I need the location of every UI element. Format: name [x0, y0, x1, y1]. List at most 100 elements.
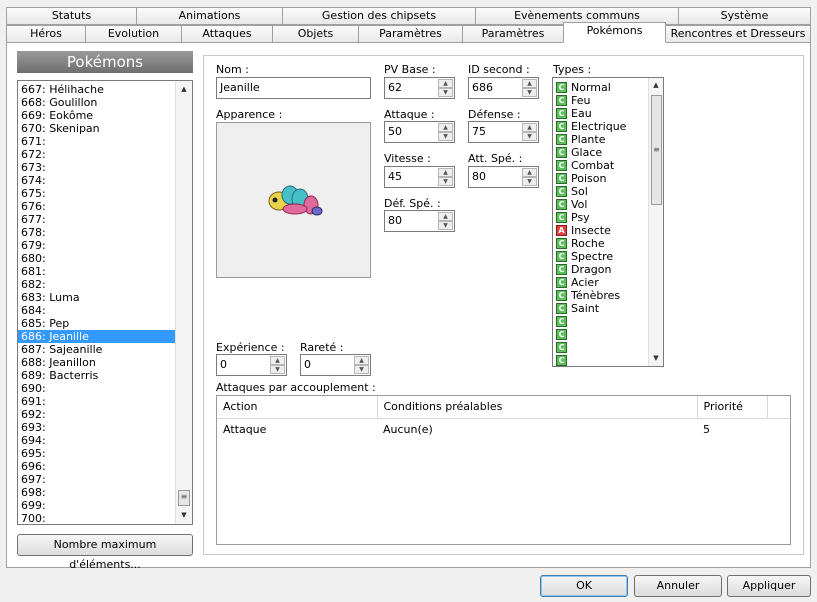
- type-item[interactable]: C Electrique: [553, 120, 663, 133]
- spin-down-icon[interactable]: ▼: [522, 177, 537, 186]
- type-item[interactable]: C Acier: [553, 276, 663, 289]
- type-checkbox-icon[interactable]: C: [556, 121, 567, 132]
- tab-parametres-1[interactable]: Paramètres: [358, 25, 463, 43]
- type-checkbox-icon[interactable]: C: [556, 147, 567, 158]
- type-checkbox-icon[interactable]: C: [556, 277, 567, 288]
- type-item[interactable]: C Vol: [553, 198, 663, 211]
- apply-button[interactable]: Appliquer: [727, 575, 811, 597]
- spin-up-icon[interactable]: ▲: [522, 123, 537, 132]
- type-checkbox-icon[interactable]: C: [556, 212, 567, 223]
- appearance-box[interactable]: [216, 122, 371, 278]
- spin-up-icon[interactable]: ▲: [522, 168, 537, 177]
- spin-up-icon[interactable]: ▲: [438, 168, 453, 177]
- spin-down-icon[interactable]: ▼: [438, 177, 453, 186]
- spin-up-icon[interactable]: ▲: [270, 356, 285, 365]
- types-list-scrollbar[interactable]: ▲ ≡ ▼: [648, 78, 663, 366]
- list-item[interactable]: 697:: [18, 473, 192, 486]
- list-item[interactable]: 695:: [18, 447, 192, 460]
- type-item[interactable]: C Glace: [553, 146, 663, 159]
- list-item[interactable]: 678:: [18, 226, 192, 239]
- type-item[interactable]: C: [553, 341, 663, 354]
- list-item[interactable]: 681:: [18, 265, 192, 278]
- scroll-up-arrow-icon[interactable]: ▲: [176, 81, 192, 98]
- spin-up-icon[interactable]: ▲: [522, 79, 537, 88]
- tab-evolution[interactable]: Evolution: [85, 25, 182, 43]
- type-item[interactable]: C Eau: [553, 107, 663, 120]
- type-item[interactable]: C Poison: [553, 172, 663, 185]
- table-row[interactable]: Attaque Aucun(e) 5: [217, 418, 790, 440]
- attack-stepper[interactable]: 50 ▲ ▼: [384, 121, 455, 143]
- type-item[interactable]: C Combat: [553, 159, 663, 172]
- type-checkbox-icon[interactable]: C: [556, 251, 567, 262]
- type-item[interactable]: C: [553, 315, 663, 328]
- type-checkbox-icon[interactable]: C: [556, 355, 567, 366]
- type-checkbox-icon[interactable]: A: [556, 225, 567, 236]
- list-item[interactable]: 687: Sajeanille: [18, 343, 192, 356]
- type-checkbox-icon[interactable]: C: [556, 290, 567, 301]
- tab-parametres-2[interactable]: Paramètres: [462, 25, 564, 43]
- scroll-thumb[interactable]: ≡: [651, 95, 662, 205]
- list-item[interactable]: 683: Luma: [18, 291, 192, 304]
- spin-down-icon[interactable]: ▼: [438, 221, 453, 230]
- tab-animations[interactable]: Animations: [136, 7, 283, 25]
- type-checkbox-icon[interactable]: C: [556, 108, 567, 119]
- list-item[interactable]: 686: Jeanille: [18, 330, 192, 343]
- spin-down-icon[interactable]: ▼: [522, 88, 537, 97]
- max-elements-button[interactable]: Nombre maximum d'éléments...: [17, 534, 193, 571]
- rarity-stepper[interactable]: 0 ▲ ▼: [300, 354, 371, 376]
- type-checkbox-icon[interactable]: C: [556, 82, 567, 93]
- type-checkbox-icon[interactable]: C: [556, 160, 567, 171]
- type-checkbox-icon[interactable]: C: [556, 173, 567, 184]
- type-checkbox-icon[interactable]: C: [556, 134, 567, 145]
- list-item[interactable]: 671:: [18, 135, 192, 148]
- spin-up-icon[interactable]: ▲: [438, 212, 453, 221]
- spin-up-icon[interactable]: ▲: [438, 79, 453, 88]
- spin-down-icon[interactable]: ▼: [270, 365, 285, 374]
- list-item[interactable]: 691:: [18, 395, 192, 408]
- list-item[interactable]: 685: Pep: [18, 317, 192, 330]
- list-item[interactable]: 693:: [18, 421, 192, 434]
- tab-rencontres-dresseurs[interactable]: Rencontres et Dresseurs: [665, 25, 811, 43]
- type-checkbox-icon[interactable]: C: [556, 342, 567, 353]
- spin-down-icon[interactable]: ▼: [438, 132, 453, 141]
- type-item[interactable]: C Dragon: [553, 263, 663, 276]
- tab-statuts[interactable]: Statuts: [6, 7, 137, 25]
- sp-defense-stepper[interactable]: 80 ▲ ▼: [384, 210, 455, 232]
- list-item[interactable]: 676:: [18, 200, 192, 213]
- pv-base-stepper[interactable]: 62 ▲ ▼: [384, 77, 455, 99]
- spin-down-icon[interactable]: ▼: [522, 132, 537, 141]
- type-checkbox-icon[interactable]: C: [556, 316, 567, 327]
- column-header-conditions[interactable]: Conditions préalables: [377, 396, 698, 419]
- list-item[interactable]: 670: Skenipan: [18, 122, 192, 135]
- spin-down-icon[interactable]: ▼: [438, 88, 453, 97]
- type-checkbox-icon[interactable]: C: [556, 329, 567, 340]
- type-item[interactable]: C Spectre: [553, 250, 663, 263]
- tab-systeme[interactable]: Système: [678, 7, 811, 25]
- column-header-action[interactable]: Action: [217, 396, 378, 419]
- list-item[interactable]: 679:: [18, 239, 192, 252]
- list-item[interactable]: 698:: [18, 486, 192, 499]
- list-item[interactable]: 668: Goulillon: [18, 96, 192, 109]
- type-item[interactable]: C Saint: [553, 302, 663, 315]
- list-item[interactable]: 675:: [18, 187, 192, 200]
- spin-up-icon[interactable]: ▲: [354, 356, 369, 365]
- pokemon-list[interactable]: 667: Hélihache 668: Goulillon 669: Eokôme 6…: [17, 80, 193, 525]
- list-item[interactable]: 689: Bacterris: [18, 369, 192, 382]
- ok-button[interactable]: OK: [540, 575, 628, 597]
- scroll-up-arrow-icon[interactable]: ▲: [649, 78, 663, 93]
- list-item[interactable]: 692:: [18, 408, 192, 421]
- scroll-thumb[interactable]: ≡: [178, 490, 190, 506]
- list-item[interactable]: 673:: [18, 161, 192, 174]
- list-item[interactable]: 682:: [18, 278, 192, 291]
- type-item[interactable]: C Normal: [553, 81, 663, 94]
- scroll-down-arrow-icon[interactable]: ▼: [176, 507, 192, 524]
- pokemon-list-scrollbar[interactable]: ▲ ≡ ▼: [175, 81, 192, 524]
- tab-gestion-chipsets[interactable]: Gestion des chipsets: [282, 7, 476, 25]
- type-item[interactable]: C Sol: [553, 185, 663, 198]
- type-item[interactable]: C Ténèbres: [553, 289, 663, 302]
- type-checkbox-icon[interactable]: C: [556, 264, 567, 275]
- spin-down-icon[interactable]: ▼: [354, 365, 369, 374]
- types-list[interactable]: C Normal C Feu C Eau C Electrique C Plante C Glace C…: [552, 77, 664, 367]
- tab-attaques[interactable]: Attaques: [181, 25, 273, 43]
- type-item[interactable]: A Insecte: [553, 224, 663, 237]
